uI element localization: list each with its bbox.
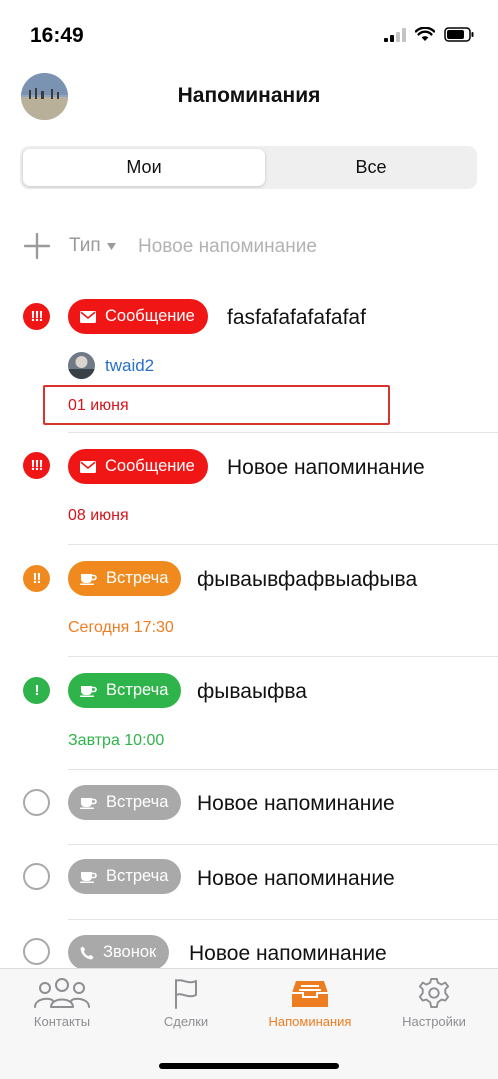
page-title: Напоминания (177, 84, 321, 107)
phone-icon (80, 946, 94, 959)
gear-icon (418, 977, 450, 1009)
dropdown-triangle-icon (106, 242, 116, 250)
type-dropdown-label: Тип (69, 235, 101, 256)
inbox-tray-icon (292, 981, 328, 1007)
reminder-title: Новое напоминание (227, 456, 425, 479)
tab-settings-label: Настройки (402, 1014, 466, 1029)
reminder-title: fasfafafafafafaf (227, 306, 366, 329)
reminder-owner[interactable]: twaid2 (68, 352, 154, 379)
type-badge-label: Встреча (106, 867, 169, 885)
tab-settings[interactable]: Настройки (372, 977, 496, 1029)
priority-low-icon[interactable]: ! (23, 677, 50, 704)
owner-avatar (68, 352, 95, 379)
segment-all[interactable]: Все (268, 149, 474, 186)
flag-icon (175, 979, 197, 1009)
header: Напоминания (0, 70, 498, 126)
home-indicator (159, 1063, 339, 1069)
reminder-title: фываывфафвыафыва (197, 568, 418, 591)
cellular-signal-icon (384, 27, 406, 42)
type-badge: Встреча (68, 561, 182, 596)
type-badge-label: Встреча (106, 681, 169, 699)
reminder-title: Новое напоминание (189, 942, 387, 965)
new-reminder-row: Тип (0, 226, 498, 268)
priority-medium-icon[interactable]: !! (23, 565, 50, 592)
contacts-icon (34, 978, 90, 1008)
priority-none-circle[interactable] (23, 938, 50, 965)
tab-deals[interactable]: Сделки (124, 977, 248, 1029)
type-badge-label: Сообщение (105, 307, 195, 325)
tab-contacts[interactable]: Контакты (0, 977, 124, 1029)
type-badge: Сообщение (68, 449, 208, 484)
type-badge: Сообщение (68, 299, 208, 334)
type-badge-label: Встреча (106, 793, 169, 811)
segment-mine[interactable]: Мои (23, 149, 265, 186)
priority-high-icon[interactable]: !!! (23, 452, 50, 479)
wifi-icon (415, 27, 435, 41)
tab-reminders[interactable]: Напоминания (248, 977, 372, 1029)
type-badge-label: Звонок (103, 943, 157, 961)
tab-deals-label: Сделки (163, 1014, 209, 1029)
reminder-title: Новое напоминание (197, 792, 395, 815)
reminder-due-date: Сегодня 17:30 (68, 619, 174, 636)
type-badge-label: Встреча (106, 569, 169, 587)
reminder-title: Новое напоминание (197, 867, 395, 890)
reminder-item[interactable]: Встреча Новое напоминание (0, 770, 498, 845)
type-badge-label: Сообщение (105, 457, 195, 475)
priority-none-circle[interactable] (23, 789, 50, 816)
status-bar: 16:49 (0, 0, 498, 70)
coffee-cup-icon (80, 686, 97, 697)
reminder-item[interactable]: !! Встреча фываывфафвыафыва Сегодня 17:3… (0, 545, 498, 657)
reminder-item[interactable]: !!! Сообщение Новое напоминание 08 июня (0, 433, 498, 545)
reminder-title: фываыфва (197, 680, 307, 703)
tab-contacts-label: Контакты (33, 1014, 91, 1029)
tab-reminders-label: Напоминания (268, 1014, 352, 1029)
reminder-due-date: Завтра 10:00 (68, 732, 165, 749)
coffee-cup-icon (80, 798, 97, 809)
type-badge: Встреча (68, 859, 182, 894)
reminder-due-date: 08 июня (68, 507, 129, 524)
status-icons (384, 27, 474, 42)
new-reminder-input[interactable] (138, 232, 468, 262)
type-badge: Встреча (68, 785, 182, 820)
priority-high-icon[interactable]: !!! (23, 303, 50, 330)
status-time: 16:49 (30, 24, 84, 47)
coffee-cup-icon (80, 872, 97, 883)
owner-name: twaid2 (105, 355, 155, 375)
plus-icon[interactable] (24, 233, 50, 259)
coffee-cup-icon (80, 574, 97, 585)
due-date-highlight-frame (43, 385, 390, 425)
reminder-item[interactable]: ! Встреча фываыфва Завтра 10:00 (0, 657, 498, 770)
type-badge: Звонок (68, 935, 170, 970)
reminder-item[interactable]: Встреча Новое напоминание (0, 845, 498, 920)
priority-none-circle[interactable] (23, 863, 50, 890)
segmented-control: Мои Все (20, 146, 477, 189)
envelope-icon (80, 310, 96, 323)
envelope-icon (80, 460, 96, 473)
type-dropdown[interactable]: Тип (69, 235, 116, 257)
battery-icon (444, 27, 474, 42)
type-badge: Встреча (68, 673, 182, 708)
